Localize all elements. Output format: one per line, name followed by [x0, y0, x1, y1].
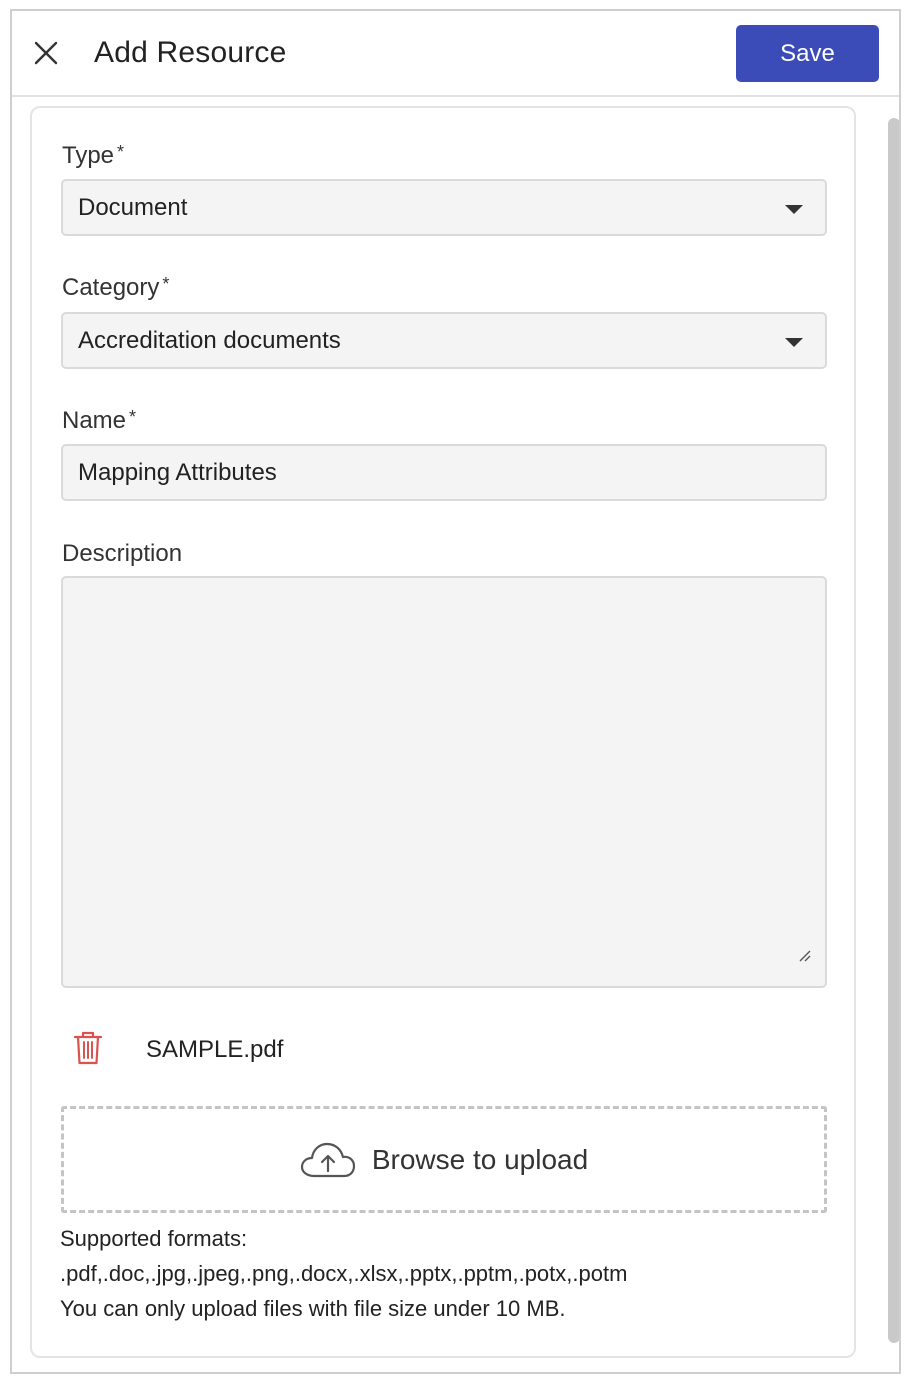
category-label: Category * [62, 274, 170, 301]
type-select[interactable]: Document [61, 179, 827, 236]
close-button[interactable] [28, 35, 64, 71]
name-input[interactable]: Mapping Attributes [61, 444, 827, 501]
category-select-value: Accreditation documents [78, 326, 341, 354]
close-icon [34, 41, 58, 65]
save-button[interactable]: Save [736, 25, 879, 82]
description-textarea[interactable] [61, 576, 827, 988]
upload-dropzone[interactable]: Browse to upload [61, 1106, 827, 1213]
name-label: Name * [62, 407, 137, 434]
description-label: Description [62, 540, 183, 567]
add-resource-panel: Add Resource Save Type * Document Categor… [10, 9, 901, 1374]
name-input-value: Mapping Attributes [78, 458, 277, 486]
required-mark: * [162, 274, 170, 294]
file-size-note: You can only upload files with file size… [60, 1296, 566, 1321]
caret-down-icon [785, 338, 803, 347]
type-select-value: Document [78, 193, 188, 221]
caret-down-icon [785, 205, 803, 214]
type-label: Type * [62, 142, 125, 169]
attached-file-name: SAMPLE.pdf [146, 1036, 284, 1063]
required-mark: * [117, 142, 125, 162]
cloud-upload-icon [300, 1142, 355, 1177]
trash-icon[interactable] [72, 1030, 104, 1066]
panel-title: Add Resource [94, 36, 287, 69]
supported-formats-list: .pdf,.doc,.jpg,.jpeg,.png,.docx,.xlsx,.p… [60, 1261, 628, 1286]
resize-handle-icon[interactable] [797, 948, 811, 962]
supported-formats-title: Supported formats: [60, 1226, 248, 1251]
category-select[interactable]: Accreditation documents [61, 312, 827, 369]
required-mark: * [129, 407, 137, 427]
scrollbar[interactable] [888, 118, 899, 1343]
upload-label: Browse to upload [371, 1143, 589, 1175]
form-card: Type * Document Category * Accreditation d… [30, 106, 856, 1358]
panel-header: Add Resource Save [12, 11, 899, 97]
